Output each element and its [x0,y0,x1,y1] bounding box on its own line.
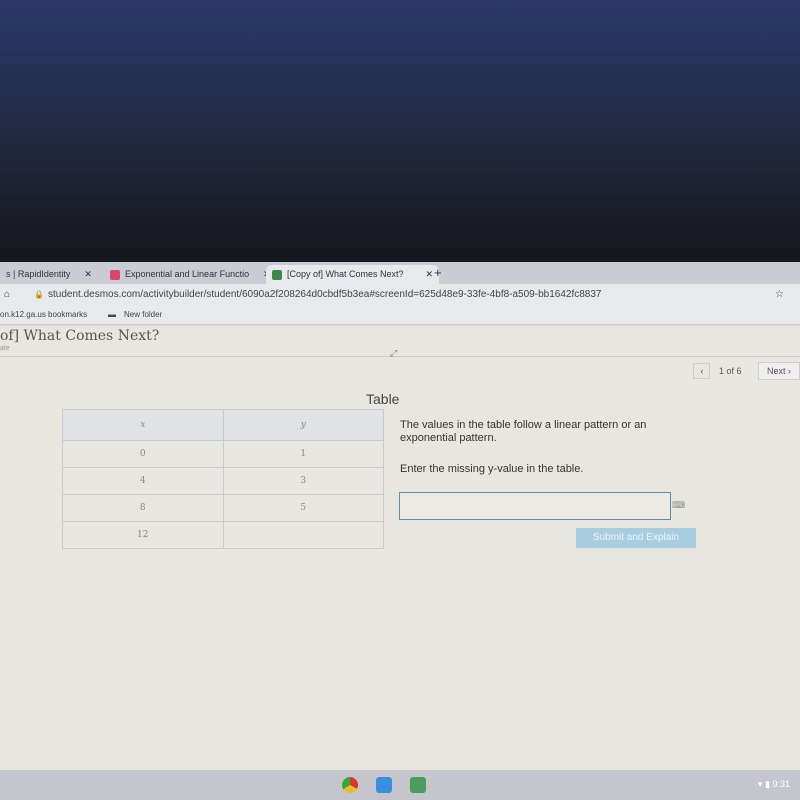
cell: 4 [62,467,224,495]
activity-header: of] What Comes Next? ate ⤢ [0,326,800,359]
star-icon[interactable]: ☆ [775,284,784,306]
tab-strip: s | RapidIdentity ✕ Exponential and Linea… [0,262,800,284]
keyboard-icon[interactable]: ⌨ [672,500,685,511]
data-table: xy 01 43 85 12 [62,409,384,549]
files-icon[interactable] [376,777,392,793]
url-text: student.desmos.com/activitybuilder/stude… [48,289,602,300]
tab-label: Exponential and Linear Functio [125,269,250,279]
browser-window: s | RapidIdentity ✕ Exponential and Linea… [0,262,800,800]
next-label: Next [766,366,786,376]
bookmark-item[interactable]: on.k12.ga.us bookmarks [0,306,87,324]
chrome-icon[interactable] [342,777,358,793]
background [0,0,800,262]
table-row: 12 [62,521,384,549]
close-icon[interactable]: ✕ [84,269,92,279]
cell-missing[interactable] [222,521,384,549]
tab-what-comes-next[interactable]: [Copy of] What Comes Next? ✕ [266,265,440,284]
classroom-icon[interactable] [410,777,426,793]
answer-input[interactable] [399,492,671,520]
favicon-icon [272,269,282,280]
pager: ‹ 1 of 6 Next › [693,362,800,380]
page-subtitle: ate [0,345,10,352]
favicon-icon [110,269,120,280]
clock: 9:31 [772,779,790,789]
next-button[interactable]: Next › [757,362,800,380]
tab-label: s | RapidIdentity [6,269,71,279]
page-count: 1 of 6 [718,366,742,376]
prompt-instruction: Enter the missing y-value in the table. [400,463,584,475]
bookmarks-bar: on.k12.ga.us bookmarks ▬ New folder [0,306,800,325]
table-row: 01 [62,440,384,468]
header-x: x [62,409,224,441]
cell: 3 [222,467,384,495]
tab-label: [Copy of] What Comes Next? [287,269,404,279]
table-row: 43 [62,467,384,495]
tab-rapididentity[interactable]: s | RapidIdentity ✕ [0,265,98,284]
prompt-text: The values in the table follow a linear … [400,419,647,444]
folder-icon: ▬ [108,310,116,319]
cell: 12 [62,521,224,549]
expand-icon[interactable]: ⤢ [390,348,397,359]
prev-button[interactable]: ‹ [693,363,711,379]
close-icon[interactable]: ✕ [426,269,434,279]
submit-button[interactable]: Submit and Explain [576,528,696,548]
table-row: 85 [62,494,384,522]
prompt: The values in the table follow a linear … [400,419,690,476]
cell: 8 [62,494,224,522]
page-title: of] What Comes Next? [0,328,160,344]
address-bar[interactable]: ⌂ 🔒 student.desmos.com/activitybuilder/s… [0,284,800,306]
os-shelf: ▾ ▮ 9:31 [0,770,800,800]
cell: 5 [222,494,384,522]
status-tray[interactable]: ▾ ▮ 9:31 [758,779,790,790]
cell: 0 [62,440,224,468]
new-tab-button[interactable]: + [434,265,442,280]
bookmark-folder[interactable]: New folder [124,306,162,324]
lock-icon: 🔒 [34,290,44,299]
table-header: xy [62,409,384,441]
home-icon[interactable]: ⌂ [4,284,10,306]
cell: 1 [222,440,384,468]
header-y: y [222,409,384,441]
tab-exponential[interactable]: Exponential and Linear Functio✕ [104,265,277,284]
